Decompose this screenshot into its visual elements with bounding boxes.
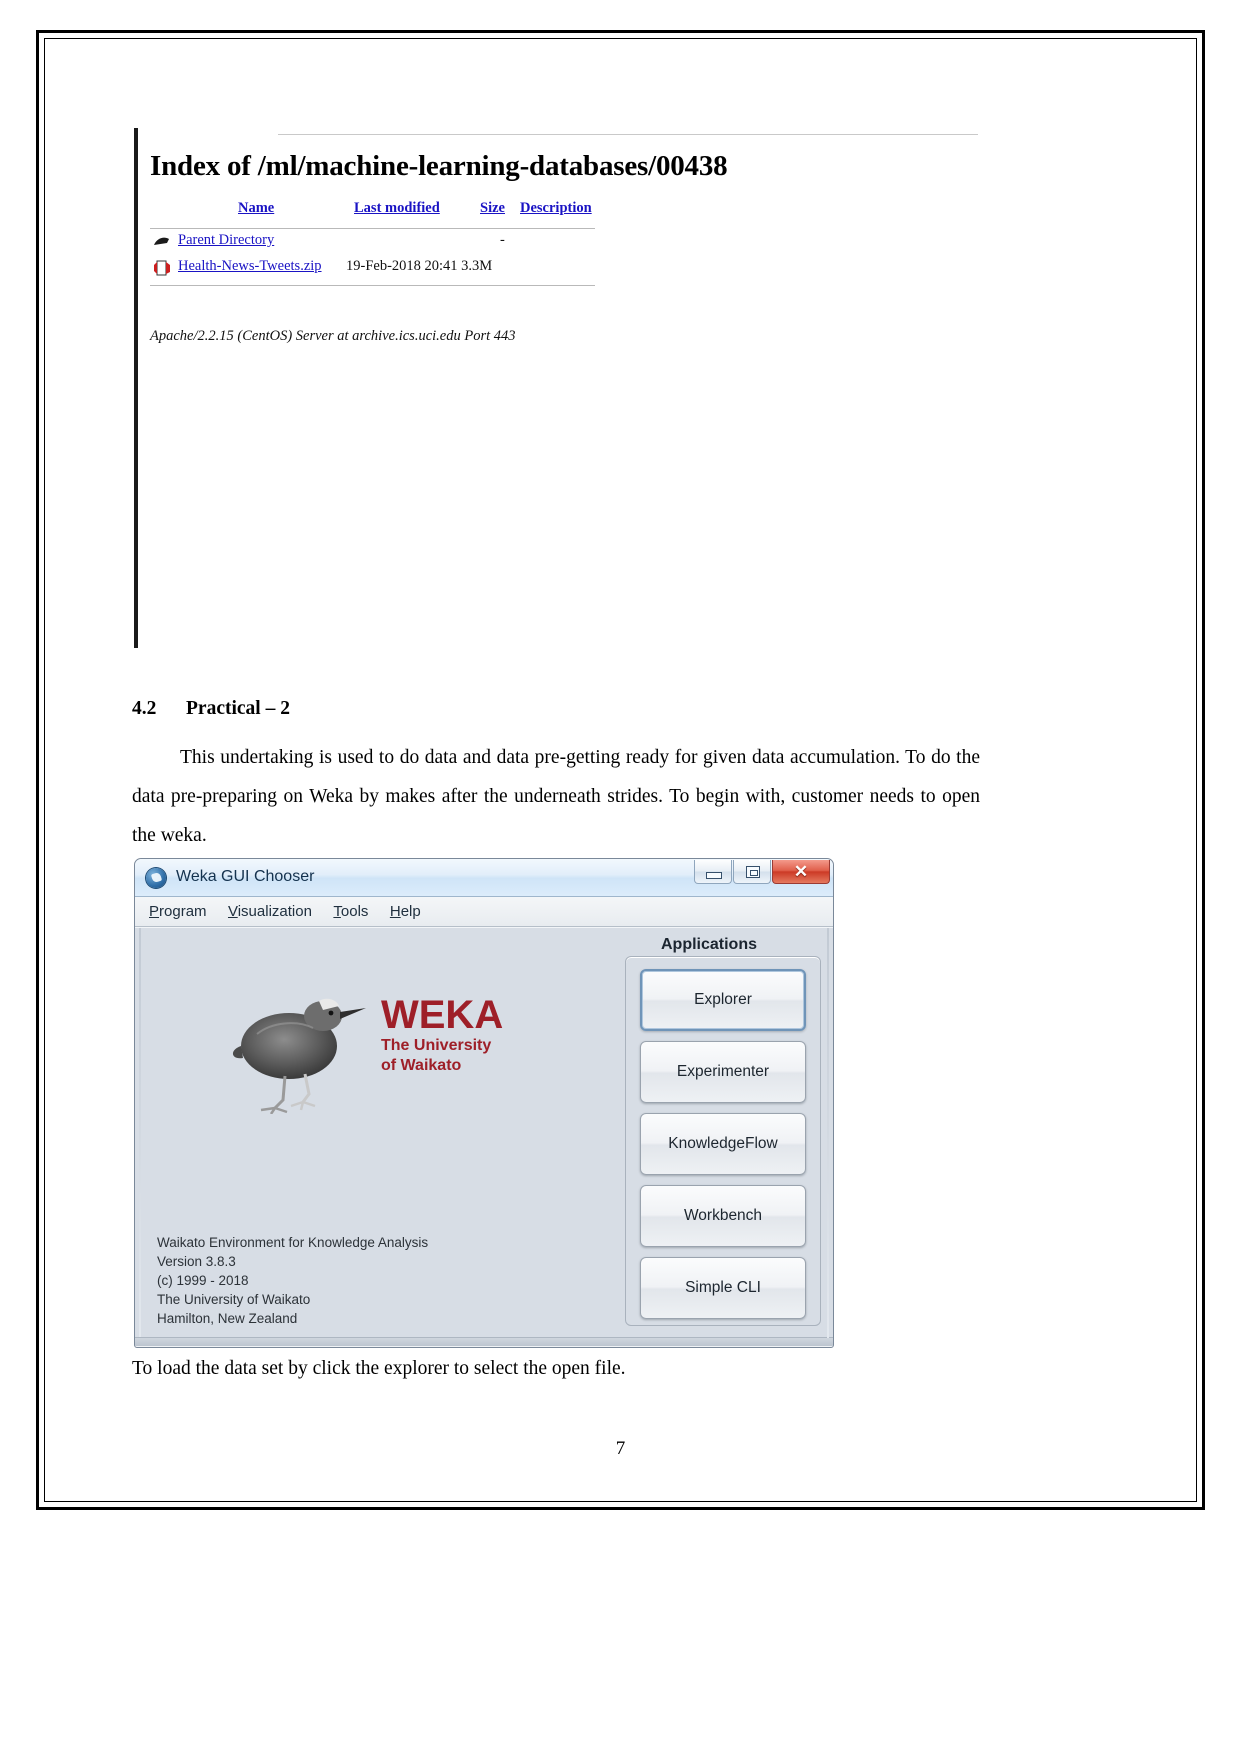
column-header-name[interactable]: Name bbox=[238, 200, 274, 217]
section-paragraph: This undertaking is used to do data and … bbox=[132, 747, 980, 846]
zip-file-link[interactable]: Health-News-Tweets.zip bbox=[178, 258, 322, 275]
maximize-button[interactable] bbox=[733, 860, 771, 884]
minimize-icon bbox=[706, 872, 722, 879]
window-title: Weka GUI Chooser bbox=[176, 868, 315, 885]
menu-item-help[interactable]: Help bbox=[390, 897, 421, 927]
section-heading: 4.2 Practical – 2 bbox=[132, 698, 290, 720]
menu-item-tools[interactable]: Tools bbox=[333, 897, 368, 927]
explorer-button[interactable]: Explorer bbox=[640, 969, 806, 1031]
weka-gui-chooser-window: Weka GUI Chooser ✕ Program Visualization… bbox=[134, 858, 834, 1348]
about-line-location: Hamilton, New Zealand bbox=[157, 1311, 298, 1326]
weka-wordmark-text: WEKA bbox=[381, 993, 504, 1037]
about-line-version: Version 3.8.3 bbox=[157, 1254, 236, 1269]
window-titlebar: Weka GUI Chooser ✕ bbox=[135, 859, 833, 897]
page-number: 7 bbox=[615, 1438, 626, 1459]
menu-mnemonic: P bbox=[149, 903, 160, 920]
menu-bar: Program Visualization Tools Help bbox=[135, 897, 833, 927]
about-line-copyright: (c) 1999 - 2018 bbox=[157, 1273, 249, 1288]
weka-logo: WEKA The University of Waikato bbox=[227, 984, 527, 1115]
close-icon: ✕ bbox=[793, 862, 809, 881]
zip-file-meta: 19-Feb-2018 20:41 3.3M bbox=[346, 258, 493, 274]
zip-file-icon bbox=[152, 258, 172, 278]
apache-index-heading: Index of /ml/machine-learning-databases/… bbox=[150, 150, 728, 182]
window-status-bar bbox=[135, 1337, 833, 1346]
menu-label-rest: rogram bbox=[159, 903, 207, 920]
knowledgeflow-button[interactable]: KnowledgeFlow bbox=[640, 1113, 806, 1175]
menu-label-rest: ools bbox=[340, 903, 369, 920]
figure-caption: To load the data set by click the explor… bbox=[132, 1358, 626, 1379]
weka-subtitle-line1: The University bbox=[381, 1037, 492, 1054]
workbench-button[interactable]: Workbench bbox=[640, 1185, 806, 1247]
window-body: WEKA The University of Waikato Waikato E… bbox=[135, 927, 833, 1346]
weka-app-icon bbox=[146, 868, 166, 888]
parent-directory-icon bbox=[152, 232, 172, 252]
apache-file-table: Name Last modified Size Description Pare… bbox=[150, 200, 600, 286]
table-header-row: Name Last modified Size Description bbox=[150, 200, 600, 224]
section-number: 4.2 bbox=[132, 698, 157, 719]
applications-label: Applications bbox=[660, 936, 757, 953]
apache-directory-index-screenshot: Index of /ml/machine-learning-databases/… bbox=[134, 128, 984, 648]
parent-directory-link[interactable]: Parent Directory bbox=[178, 232, 274, 249]
weka-about-block: Waikato Environment for Knowledge Analys… bbox=[157, 1233, 428, 1328]
about-line-university: The University of Waikato bbox=[157, 1292, 311, 1307]
close-button[interactable]: ✕ bbox=[772, 860, 830, 884]
column-header-description[interactable]: Description bbox=[520, 200, 592, 217]
browser-divider bbox=[278, 134, 978, 135]
window-controls: ✕ bbox=[693, 860, 830, 885]
table-rule-bottom bbox=[150, 285, 595, 286]
menu-mnemonic: V bbox=[227, 903, 238, 920]
table-row: Parent Directory - bbox=[150, 229, 600, 255]
column-header-size[interactable]: Size bbox=[480, 200, 505, 217]
menu-mnemonic: H bbox=[389, 903, 401, 920]
page-content: Index of /ml/machine-learning-databases/… bbox=[44, 38, 1197, 1502]
parent-directory-meta: - bbox=[500, 232, 505, 248]
weka-subtitle-line2: of Waikato bbox=[381, 1057, 462, 1074]
weka-bird-icon bbox=[227, 984, 377, 1115]
simple-cli-button[interactable]: Simple CLI bbox=[640, 1257, 806, 1319]
weka-wordmark: WEKA The University of Waikato bbox=[381, 994, 531, 1076]
menu-label-rest: isualization bbox=[237, 903, 312, 920]
menu-item-program[interactable]: Program bbox=[149, 897, 207, 927]
menu-mnemonic: T bbox=[333, 903, 341, 920]
table-row: Health-News-Tweets.zip 19-Feb-2018 20:41… bbox=[150, 255, 600, 281]
minimize-button[interactable] bbox=[694, 860, 732, 884]
menu-item-visualization[interactable]: Visualization bbox=[228, 897, 312, 927]
applications-panel: Explorer Experimenter KnowledgeFlow Work… bbox=[625, 956, 821, 1326]
about-line-product: Waikato Environment for Knowledge Analys… bbox=[157, 1235, 429, 1250]
menu-label-rest: elp bbox=[400, 903, 421, 920]
apache-server-signature: Apache/2.2.15 (CentOS) Server at archive… bbox=[150, 328, 516, 344]
maximize-icon bbox=[746, 866, 760, 878]
section-title: Practical – 2 bbox=[186, 698, 290, 719]
column-header-last-modified[interactable]: Last modified bbox=[354, 200, 440, 217]
experimenter-button[interactable]: Experimenter bbox=[640, 1041, 806, 1103]
